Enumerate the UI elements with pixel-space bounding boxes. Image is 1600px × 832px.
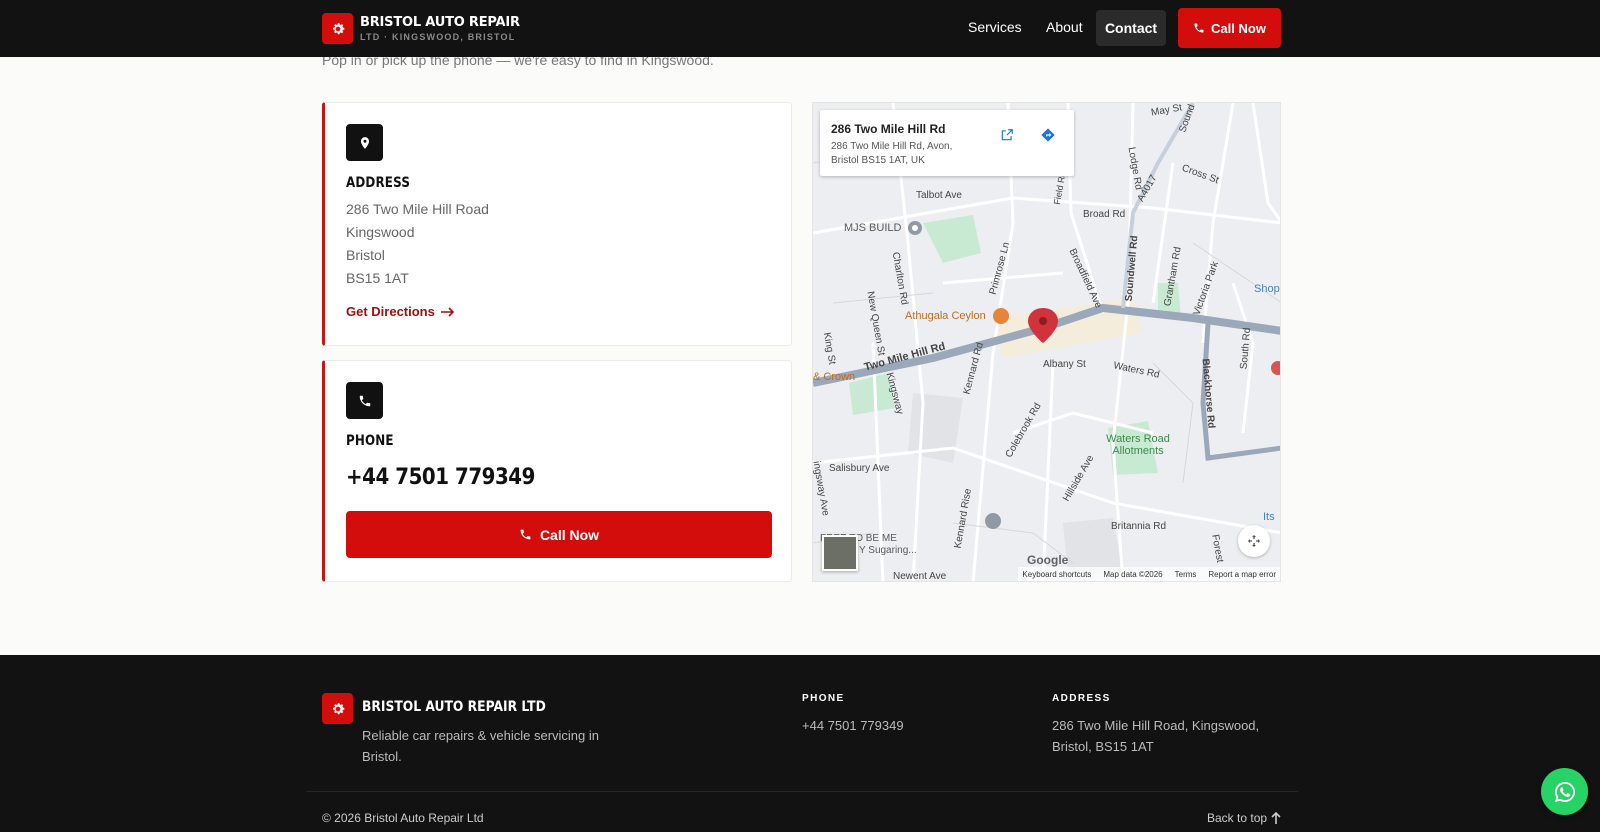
footer-brand-name: BRISTOL AUTO REPAIR LTD [362,699,546,715]
map-attribution: Keyboard shortcuts Map data ©2026 Terms … [1018,567,1280,581]
nav-about[interactable]: About [1046,16,1083,38]
address-card: ADDRESS 286 Two Mile Hill Road Kingswood… [322,102,792,346]
map-report-link[interactable]: Report a map error [1208,570,1276,579]
map-label-albany: Albany St [1043,359,1086,370]
footer-divider [306,791,1298,792]
header-call-button[interactable]: Call Now [1178,8,1281,48]
footer-copyright: © 2026 Bristol Auto Repair Ltd [322,811,484,825]
map-terms-link[interactable]: Terms [1175,570,1197,579]
map-label-shop: Shop [1254,283,1280,295]
phone-title: PHONE [346,433,394,449]
address-title: ADDRESS [346,175,411,191]
brand-name[interactable]: BRISTOL AUTO REPAIR [360,15,520,30]
fullscreen-icon[interactable] [1238,525,1270,557]
map-label-allotments: Waters Road Allotments [1106,433,1170,457]
map-label-sugaring: Y Sugaring... [859,545,917,556]
map-place-title: 286 Two Mile Hill Rd [831,122,946,136]
google-map[interactable]: Talbot Ave Broad Rd MJS BUILD Athugala C… [812,102,1281,582]
satellite-toggle-button[interactable] [822,535,858,571]
map-label-crown: & Crown [813,371,856,383]
map-label-salisbury: Salisbury Ave [829,463,890,474]
back-to-top-link[interactable]: Back to top [1207,811,1281,825]
footer-address-heading: ADDRESS [1052,693,1111,704]
footer-address: 286 Two Mile Hill Road, Kingswood, Brist… [1052,718,1260,754]
nav-contact[interactable]: Contact [1096,10,1166,46]
address-line-city: Bristol [346,247,385,263]
map-label-athugala: Athugala Ceylon [905,310,986,322]
map-label-talbot: Talbot Ave [916,190,962,201]
phone-card: PHONE +44 7501 779349 Call Now [322,360,792,582]
map-label-broad: Broad Rd [1083,209,1126,220]
site-header: BRISTOL AUTO REPAIR LTD · KINGSWOOD, BRI… [0,0,1600,57]
address-line-postcode: BS15 1AT [346,270,409,286]
address-line-street: 286 Two Mile Hill Road [346,201,489,217]
footer-phone-heading: PHONE [802,693,845,704]
brand-subtitle: LTD · KINGSWOOD, BRISTOL [360,32,516,42]
get-directions-link[interactable]: Get Directions [346,304,455,319]
gear-icon [322,693,353,724]
nav-services[interactable]: Services [968,16,1022,38]
directions-icon[interactable] [1035,122,1061,148]
arrow-right-icon [440,306,454,317]
map-pin-icon [346,124,383,161]
gear-icon[interactable] [322,13,353,44]
map-place-card: 286 Two Mile Hill Rd 286 Two Mile Hill R… [820,110,1074,176]
phone-icon [1194,23,1204,33]
map-label-newent: Newent Ave [893,571,947,582]
back-to-top-label: Back to top [1207,811,1268,825]
phone-number-link[interactable]: +44 7501 779349 [346,465,535,490]
arrow-up-icon [1271,812,1281,824]
phone-icon [346,382,383,419]
address-line-area: Kingswood [346,224,415,240]
footer-phone-link[interactable]: +44 7501 779349 [802,715,904,736]
call-now-button[interactable]: Call Now [346,511,772,558]
get-directions-label: Get Directions [346,304,435,319]
phone-icon [520,529,531,540]
map-label-mjs: MJS BUILD [844,222,902,234]
map-place-address: 286 Two Mile Hill Rd, Avon, Bristol BS15… [831,141,953,166]
map-data-text: Map data ©2026 [1103,569,1163,579]
open-in-maps-icon[interactable] [994,122,1020,148]
map-label-its: Its [1263,511,1275,523]
footer-tagline: Reliable car repairs & vehicle servicing… [362,728,599,764]
whatsapp-icon[interactable] [1541,768,1588,815]
map-label-britannia: Britannia Rd [1111,521,1167,532]
call-now-label: Call Now [539,526,600,543]
site-footer: BRISTOL AUTO REPAIR LTD Reliable car rep… [0,655,1600,832]
header-call-label: Call Now [1211,20,1266,36]
google-logo: Google [1027,553,1069,567]
map-shortcuts-link[interactable]: Keyboard shortcuts [1022,570,1091,579]
